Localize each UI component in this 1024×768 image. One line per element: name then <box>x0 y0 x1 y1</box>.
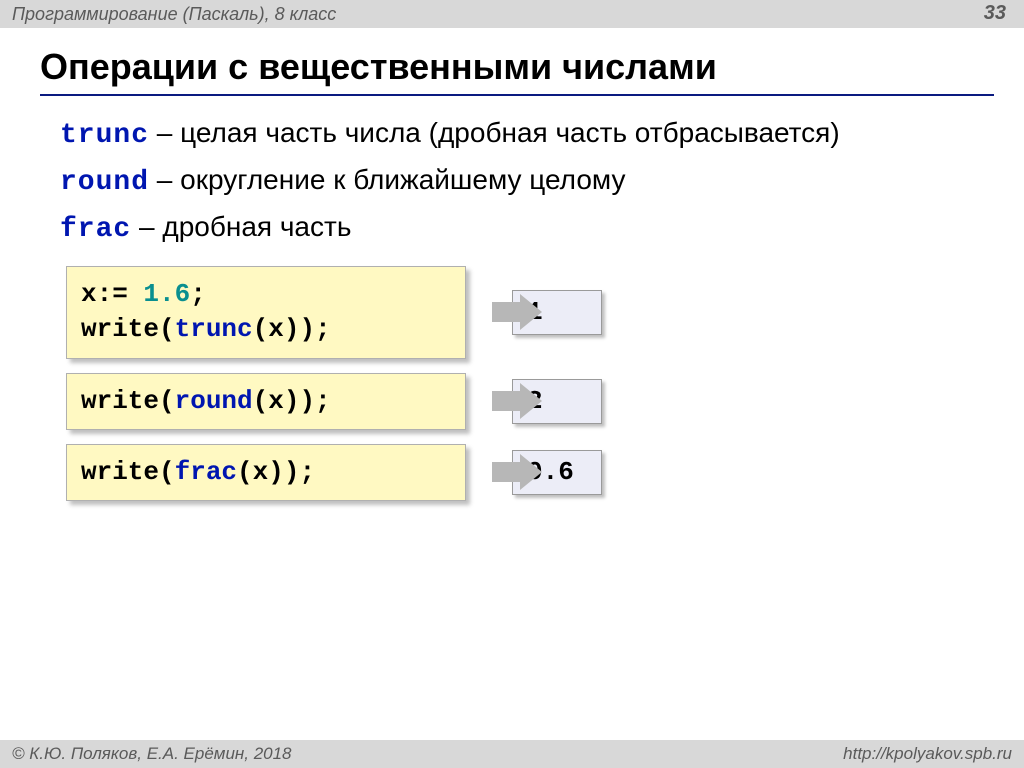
keyword-round: round <box>60 167 149 198</box>
definition-trunc: trunc – целая часть числа (дробная часть… <box>60 114 984 155</box>
footer-url: http://kpolyakov.spb.ru <box>843 744 1012 764</box>
slide-title: Операции с вещественными числами <box>40 46 994 96</box>
keyword-trunc: trunc <box>60 120 149 151</box>
breadcrumb: Программирование (Паскаль), 8 класс <box>12 4 336 25</box>
example-row-round: write(round(x)); 2 <box>66 373 984 430</box>
header-bar: Программирование (Паскаль), 8 класс <box>0 0 1024 28</box>
definition-trunc-text: – целая часть числа (дробная часть отбра… <box>149 117 840 148</box>
definition-frac-text: – дробная часть <box>131 211 351 242</box>
examples: x:= 1.6; write(trunc(x)); 1 write(round(… <box>60 266 984 500</box>
definition-frac: frac – дробная часть <box>60 208 984 249</box>
page-number: 33 <box>984 2 1006 25</box>
code-box: write(frac(x)); <box>66 444 466 501</box>
footer-bar: © К.Ю. Поляков, Е.А. Ерёмин, 2018 http:/… <box>0 740 1024 768</box>
code-box: write(round(x)); <box>66 373 466 430</box>
content: trunc – целая часть числа (дробная часть… <box>60 114 984 515</box>
slide: Программирование (Паскаль), 8 класс 33 О… <box>0 0 1024 768</box>
keyword-frac: frac <box>60 214 131 245</box>
copyright: © К.Ю. Поляков, Е.А. Ерёмин, 2018 <box>12 744 292 764</box>
example-row-trunc: x:= 1.6; write(trunc(x)); 1 <box>66 266 984 358</box>
definition-round: round – округление к ближайшему целому <box>60 161 984 202</box>
example-row-frac: write(frac(x)); 0.6 <box>66 444 984 501</box>
code-box: x:= 1.6; write(trunc(x)); <box>66 266 466 358</box>
definition-round-text: – округление к ближайшему целому <box>149 164 625 195</box>
